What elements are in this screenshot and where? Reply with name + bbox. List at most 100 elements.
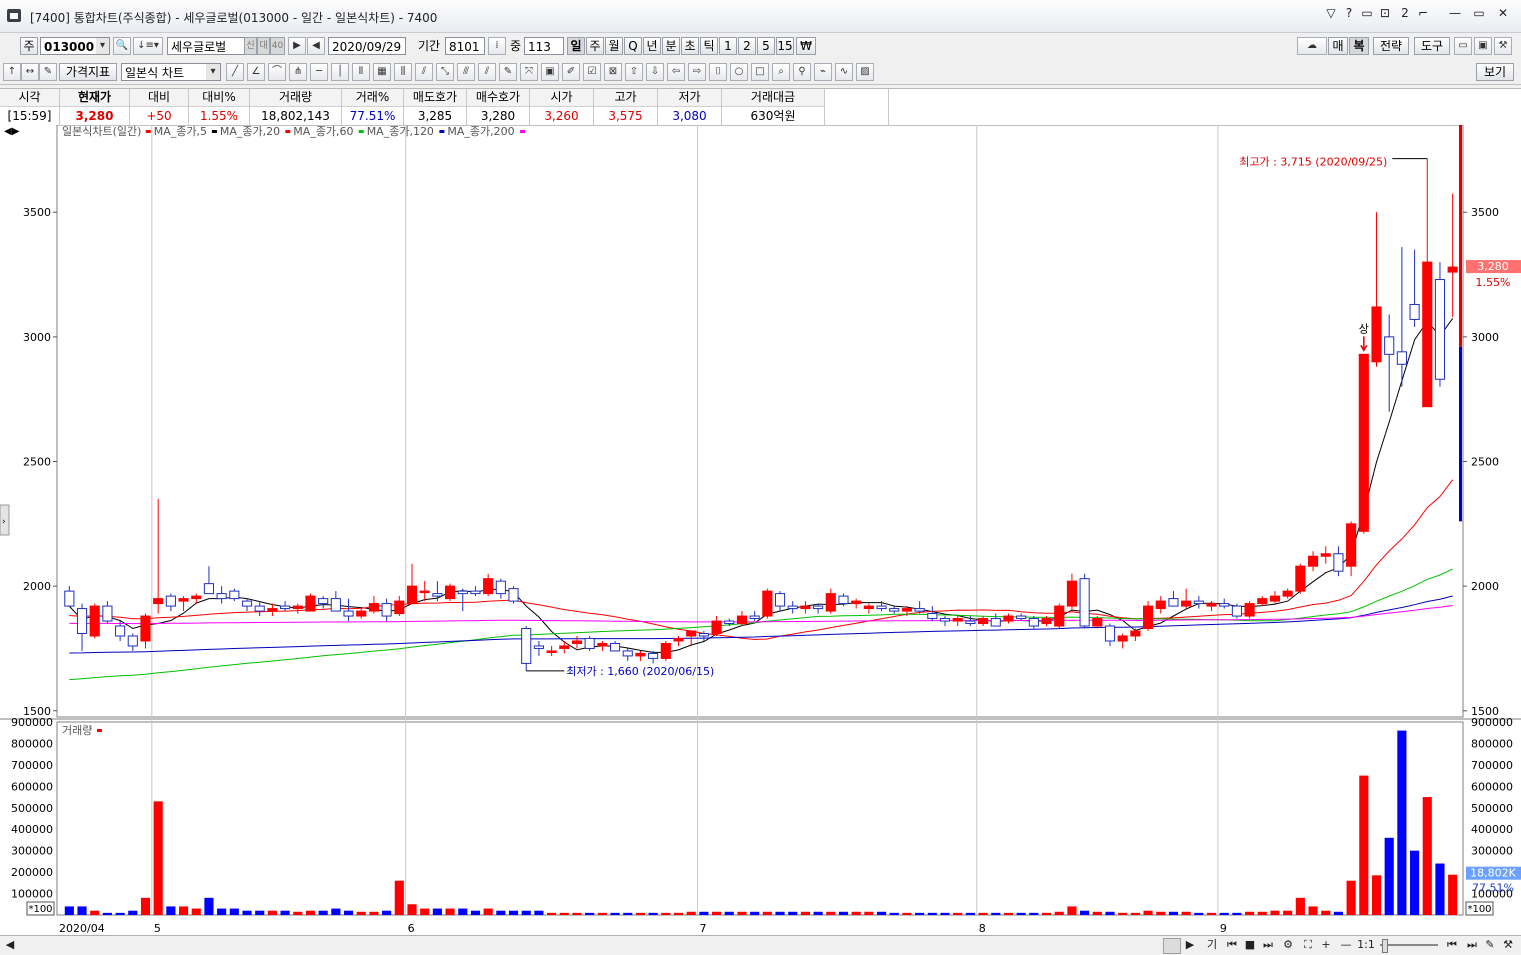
drawing-tool-icon[interactable]: ⫽ [415,63,433,81]
drawing-tool-icon[interactable]: ⫼ [394,63,412,81]
first-page-icon[interactable]: ⏮ [1444,937,1460,953]
drawing-tool-icon[interactable]: ☑ [583,63,601,81]
wrench-icon[interactable]: ⚒ [1494,37,1512,55]
edit-icon[interactable]: ✎ [39,63,57,81]
currency-button[interactable]: ₩ [796,37,816,55]
pin-icon[interactable]: ⌐ [1414,6,1432,20]
chart-svg[interactable]: 1500 15002000 20002500 25003000 30003500 3500… [0,125,1521,935]
dropdown-icon[interactable]: ▽ [1322,6,1340,20]
fast-forward-icon[interactable]: ⏭ [1260,937,1276,953]
interval-5[interactable]: 5 [757,37,775,55]
interval-minute[interactable]: 분 [662,37,680,55]
drawing-tool-icon[interactable]: ─ [310,63,328,81]
zoom-slider-handle[interactable] [1382,939,1388,953]
trade-button[interactable]: 매 [1328,37,1348,55]
count-input[interactable]: 113 [524,37,564,55]
drawing-tool-icon[interactable]: ⇧ [625,63,643,81]
interval-year[interactable]: 년 [643,37,661,55]
close-icon[interactable]: ✕ [1494,6,1512,20]
view-button[interactable]: 보기 [1476,63,1514,81]
interval-quarter[interactable]: Q [624,37,642,55]
maximize-icon[interactable]: ▭ [1470,6,1488,20]
drawing-tool-icon[interactable]: ╱ [226,63,244,81]
drawing-tool-icon[interactable]: ⌷ [709,63,727,81]
help-icon[interactable]: ? [1340,6,1358,20]
drawing-tool-icon[interactable]: ✎ [499,63,517,81]
drawing-tool-icon[interactable]: ⦀ [352,63,370,81]
zoom-in-icon[interactable]: + [1318,937,1334,953]
setting-wrench-icon[interactable]: ⚒ [1500,937,1516,953]
up-arrow-icon[interactable]: ↑ [3,63,21,81]
scroll-thumb[interactable] [1163,938,1181,954]
drawing-tool-icon[interactable]: ▨ [856,63,874,81]
price-tick-label: 3000 [1471,331,1499,344]
interval-15[interactable]: 15 [776,37,794,55]
scroll-right-icon[interactable]: ▶ [1182,937,1198,953]
drawing-tool-icon[interactable]: ⋔ [289,63,307,81]
drawing-tool-icon[interactable]: ⇩ [646,63,664,81]
open-folder-icon[interactable]: ▭ [1454,37,1472,55]
zoom-slider[interactable] [1380,944,1438,946]
drawing-tool-icon[interactable]: ⌁ [814,63,832,81]
drawing-tool-icon[interactable]: ⊠ [604,63,622,81]
fullscreen-icon[interactable]: ⛶ [1300,937,1316,953]
drawing-tool-icon[interactable]: ⌒ [268,63,286,81]
drawing-tool-icon[interactable]: ∿ [835,63,853,81]
chart-type-dropdown-icon[interactable]: ▾ [206,64,220,80]
period-picker-icon[interactable]: ⁞ [488,37,506,55]
settings-icon[interactable]: ⚙ [1280,937,1296,953]
quote-col-high: 고가 3,575 [594,89,658,125]
interval-second[interactable]: 초 [681,37,699,55]
link-icon[interactable]: ⊡ [1376,6,1394,20]
interval-tick[interactable]: 틱 [700,37,718,55]
drawing-tool-icon[interactable]: ⤡ [436,63,454,81]
next-arrow-icon[interactable]: ▶ [288,37,306,55]
save-icon[interactable]: ▣ [1474,37,1492,55]
interval-month[interactable]: 월 [605,37,623,55]
tools-button[interactable]: 도구 [1414,37,1450,55]
indicator-button[interactable]: 가격지표 [59,63,117,81]
last-page-icon[interactable]: ⏭ [1464,937,1480,953]
drawing-tool-icon[interactable]: □ [751,63,769,81]
code-dropdown-icon[interactable]: ▾ [96,38,109,54]
search-icon[interactable]: 🔍 [113,37,131,55]
interval-1[interactable]: 1 [719,37,737,55]
window-list-icon[interactable]: ▭ [1358,6,1376,20]
date-input[interactable]: 2020/09/29 [328,37,406,55]
drawing-tool-icon[interactable]: │ [331,63,349,81]
period-input[interactable]: 8101 [445,37,485,55]
prev-arrow-icon[interactable]: ◀ [307,37,325,55]
market-selector[interactable]: 주 [20,37,38,55]
edit-chart-icon[interactable]: ✎ [1482,937,1498,953]
strategy-button[interactable]: 전략 [1373,37,1409,55]
drawing-tool-icon[interactable]: ⫽ [478,63,496,81]
cloud-icon[interactable]: ☁ [1297,37,1327,55]
interval-week[interactable]: 주 [586,37,604,55]
group-number-icon[interactable]: 2 [1396,6,1414,20]
drawing-tool-icon[interactable]: ⇨ [688,63,706,81]
scroll-left-icon[interactable]: ◀ [2,937,18,953]
drawing-tool-icon[interactable]: ▦ [373,63,391,81]
zoom-out-icon[interactable]: — [1338,937,1354,953]
drawing-tool-icon[interactable]: ∠ [247,63,265,81]
zoom-ratio-label[interactable]: 1:1 [1356,937,1376,953]
drawing-tool-icon[interactable]: ⫻ [457,63,475,81]
sort-icon[interactable]: ↓≡▾ [133,37,163,55]
compound-button[interactable]: 복 [1349,37,1369,55]
drawing-tool-icon[interactable]: ○ [730,63,748,81]
quote-header: 현재가 [60,89,129,107]
interval-2[interactable]: 2 [738,37,756,55]
zoom-base-button[interactable]: 기 [1204,937,1220,953]
expand-horizontal-icon[interactable]: ↔ [21,63,39,81]
rewind-icon[interactable]: ⏮ [1224,937,1240,953]
drawing-tool-icon[interactable]: ⤧ [520,63,538,81]
interval-day[interactable]: 일 [567,37,585,55]
drawing-tool-icon[interactable]: ⚲ [793,63,811,81]
minimize-icon[interactable]: — [1446,6,1464,20]
drawing-tool-icon[interactable]: ⌕ [772,63,790,81]
stop-icon[interactable]: ■ [1242,937,1258,953]
drawing-tool-icon[interactable]: ⇦ [667,63,685,81]
chart-panel[interactable]: 1500 1500 2000 2000 2500 2500 3000 3000 3500 3500… [0,125,1521,954]
drawing-tool-icon[interactable]: ▣ [541,63,559,81]
drawing-tool-icon[interactable]: ✐ [562,63,580,81]
